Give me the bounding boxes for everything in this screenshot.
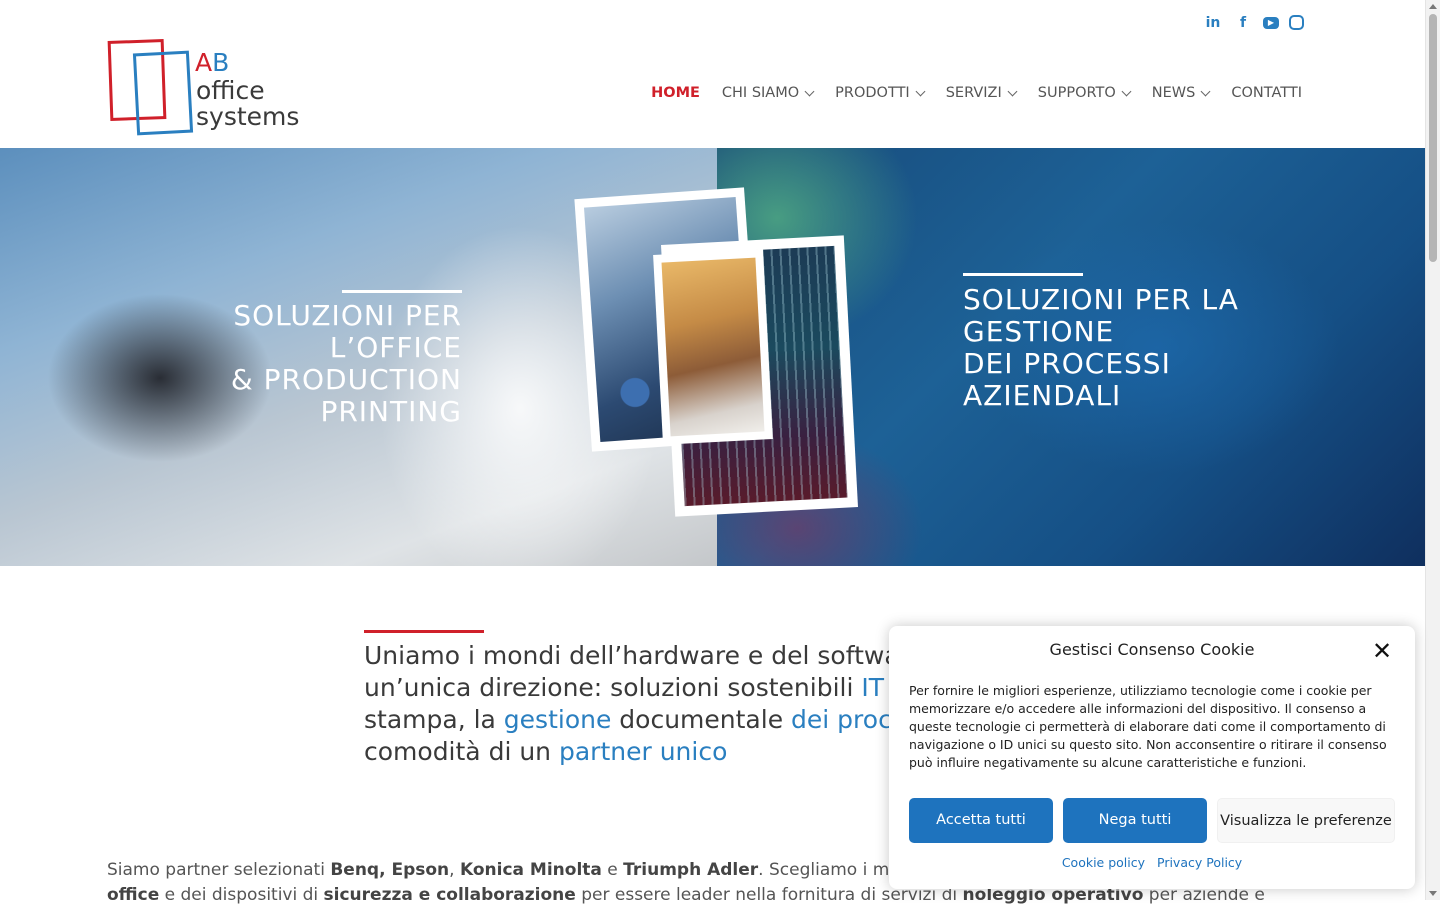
close-icon[interactable]: ✕ [1371, 639, 1393, 663]
hero-photo-laptop [653, 249, 773, 445]
nav-home[interactable]: HOME [651, 85, 700, 101]
chevron-down-icon [1121, 86, 1132, 96]
scrollbar-thumb[interactable] [1429, 14, 1437, 262]
hero-left-title[interactable]: SOLUZIONI PER L’OFFICE & PRODUCTION PRIN… [100, 300, 462, 428]
hero-banner: SOLUZIONI PER L’OFFICE & PRODUCTION PRIN… [0, 148, 1425, 566]
logo-ab: AB [195, 48, 230, 77]
youtube-icon[interactable]: ▶ [1263, 17, 1279, 29]
cookie-policy-link[interactable]: Cookie policy [1062, 855, 1145, 870]
view-preferences-button[interactable]: Visualizza le preferenze [1217, 798, 1395, 843]
instagram-icon[interactable] [1289, 15, 1304, 30]
cookie-dialog-title: Gestisci Consenso Cookie [1049, 640, 1255, 659]
page-scrollbar[interactable] [1425, 0, 1440, 900]
logo-office-text: office [196, 76, 265, 105]
accept-all-button[interactable]: Accetta tutti [909, 798, 1053, 843]
privacy-policy-link[interactable]: Privacy Policy [1157, 855, 1242, 870]
site-header: AB office systems in f ▶ HOME CHI SIAMO … [0, 0, 1425, 148]
cookie-dialog-text: Per fornire le migliori esperienze, util… [909, 683, 1387, 770]
link-partner-unico[interactable]: partner unico [559, 737, 727, 766]
logo-blue-frame [132, 50, 194, 136]
chevron-down-icon [804, 86, 815, 96]
deny-all-button[interactable]: Nega tutti [1063, 798, 1207, 843]
facebook-icon[interactable]: f [1233, 13, 1253, 33]
nav-prodotti[interactable]: PRODOTTI [835, 85, 926, 101]
scroll-up-arrow[interactable] [1429, 4, 1437, 9]
hero-right-title[interactable]: SOLUZIONI PER LA GESTIONE DEI PROCESSI A… [963, 284, 1293, 412]
nav-chi-siamo[interactable]: CHI SIAMO [722, 85, 815, 101]
cookie-policy-links: Cookie policy Privacy Policy [889, 855, 1415, 870]
chevron-down-icon [1007, 86, 1018, 96]
chevron-down-icon [1200, 86, 1211, 96]
cookie-consent-dialog: Gestisci Consenso Cookie ✕ Per fornire l… [889, 626, 1415, 889]
nav-news[interactable]: NEWS [1152, 85, 1211, 101]
chevron-down-icon [915, 86, 926, 96]
logo-systems-text: systems [196, 102, 300, 131]
main-nav: HOME CHI SIAMO PRODOTTI SERVIZI SUPPORTO… [629, 82, 1302, 104]
link-gestione[interactable]: gestione [504, 705, 612, 734]
linkedin-icon[interactable]: in [1203, 13, 1223, 33]
hero-left-accent-bar [342, 290, 462, 293]
intro-accent-bar [364, 630, 484, 633]
nav-servizi[interactable]: SERVIZI [946, 85, 1018, 101]
hero-right-accent-bar [963, 273, 1083, 276]
site-logo[interactable]: AB office systems [107, 38, 307, 136]
social-links: in f ▶ [1203, 13, 1314, 33]
scroll-down-arrow[interactable] [1429, 891, 1437, 896]
nav-supporto[interactable]: SUPPORTO [1038, 85, 1132, 101]
nav-contatti[interactable]: CONTATTI [1231, 85, 1302, 101]
link-it[interactable]: IT [861, 673, 884, 702]
